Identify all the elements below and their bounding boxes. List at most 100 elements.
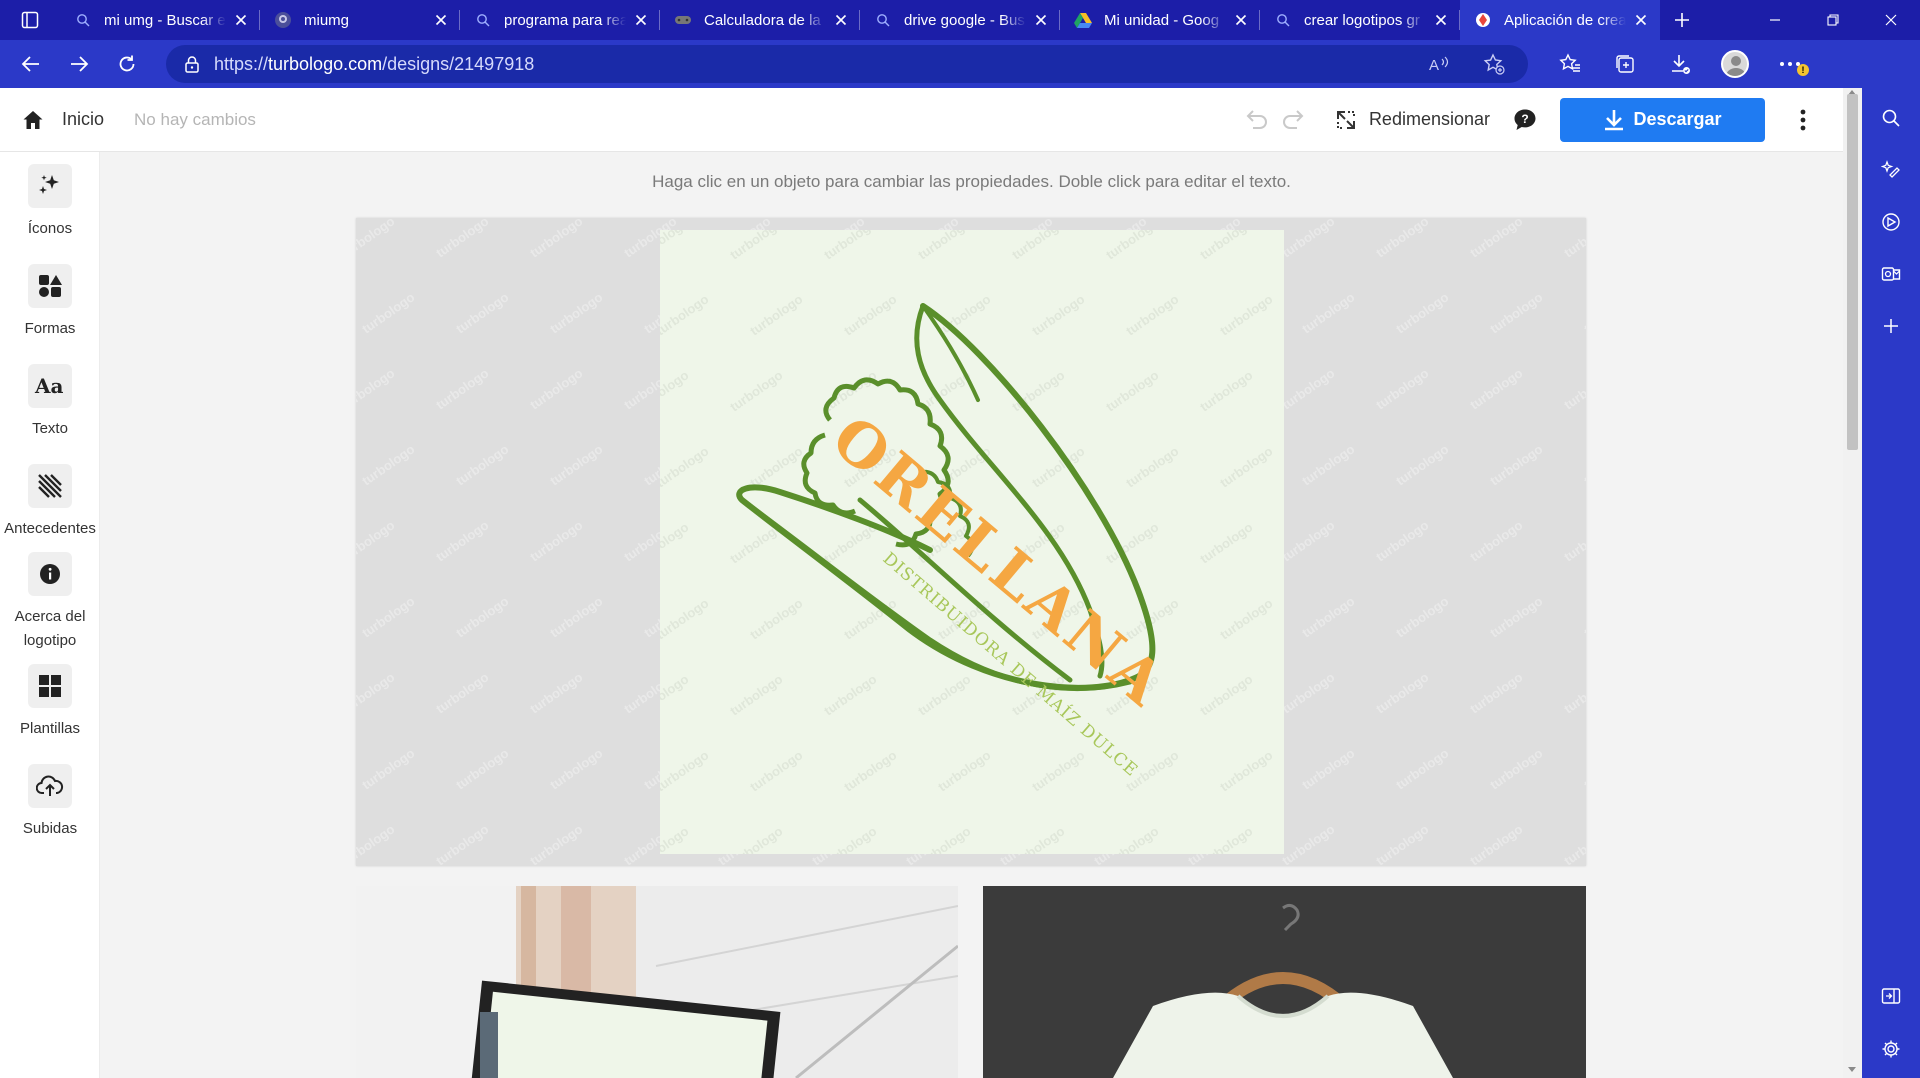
tool-backgrounds[interactable]: Antecedentes: [0, 464, 100, 541]
url-text[interactable]: https://turbologo.com/designs/21497918: [214, 54, 1420, 75]
watermark-text: turbologo: [1487, 745, 1545, 792]
sparkles-icon: [28, 164, 72, 208]
watermark-text: turbologo: [1373, 517, 1431, 564]
tab-title: miumg: [304, 11, 350, 29]
close-tab-button[interactable]: [632, 11, 650, 29]
watermark-text: turbologo: [433, 517, 491, 564]
mockup-preview-sign[interactable]: [356, 886, 958, 1078]
sidebar-panel-icon: [1881, 988, 1901, 1004]
reload-button[interactable]: [104, 44, 150, 84]
plus-icon: [1884, 319, 1898, 333]
watermark-text: turbologo: [359, 593, 417, 640]
undo-button[interactable]: [1237, 103, 1275, 137]
edge-add-button[interactable]: [1862, 300, 1920, 352]
edge-copilot-button[interactable]: [1862, 144, 1920, 196]
edge-shopping-button[interactable]: [1862, 196, 1920, 248]
address-bar[interactable]: https://turbologo.com/designs/21497918 A: [166, 45, 1528, 83]
close-window-button[interactable]: [1862, 0, 1920, 40]
help-button[interactable]: ?: [1510, 105, 1540, 135]
tool-shapes[interactable]: Formas: [0, 264, 100, 341]
tab-title: Aplicación de crea: [1504, 11, 1626, 29]
watermark-text: turbologo: [1279, 517, 1337, 564]
redo-button[interactable]: [1275, 103, 1313, 137]
watermark-text: turbologo: [1581, 593, 1586, 640]
star-add-icon: [1483, 53, 1505, 75]
watermark-text: turbologo: [433, 365, 491, 412]
logo-canvas[interactable]: turbologo turbologo turbologo turbologo turb…: [660, 230, 1284, 854]
browser-tab[interactable]: programa para rea: [460, 0, 660, 40]
tab-title: drive google - Bus: [904, 11, 1025, 29]
update-badge-icon: !: [1797, 64, 1809, 76]
resize-button[interactable]: Redimensionar: [1333, 107, 1490, 133]
tab-actions-button[interactable]: [0, 0, 60, 40]
tool-text[interactable]: Aa Texto: [0, 364, 100, 441]
close-tab-button[interactable]: [1632, 11, 1650, 29]
tool-about-logo[interactable]: Acerca del logotipo: [0, 552, 100, 653]
page-scrollbar[interactable]: [1843, 88, 1862, 1078]
avatar: [1720, 50, 1749, 78]
watermark-text: turbologo: [1561, 218, 1586, 260]
close-tab-button[interactable]: [1232, 11, 1250, 29]
forward-button[interactable]: [56, 44, 102, 84]
scroll-down-icon[interactable]: [1848, 1067, 1856, 1072]
home-icon[interactable]: [20, 107, 46, 133]
browser-tab[interactable]: Mi unidad - Goog: [1060, 0, 1260, 40]
more-vertical-icon: [1800, 109, 1806, 130]
close-tab-button[interactable]: [232, 11, 250, 29]
scrollbar-thumb[interactable]: [1847, 94, 1858, 450]
browser-tab[interactable]: crear logotipos gr: [1260, 0, 1460, 40]
watermark-text: turbologo: [356, 821, 397, 866]
close-tab-button[interactable]: [1032, 11, 1050, 29]
tab-title: mi umg - Buscar en: [104, 11, 226, 29]
download-label: Descargar: [1633, 109, 1722, 129]
new-tab-button[interactable]: [1660, 0, 1704, 40]
lock-icon[interactable]: [184, 55, 200, 73]
shapes-icon: [28, 264, 72, 308]
watermark-text: turbologo: [1373, 821, 1431, 866]
browser-tab[interactable]: Aplicación de crea: [1460, 0, 1660, 40]
favorites-button[interactable]: [1542, 44, 1597, 84]
search-icon: [1882, 109, 1900, 127]
browser-tab[interactable]: Calculadora de la: [660, 0, 860, 40]
resize-icon: [1333, 107, 1359, 133]
edge-sidebar-settings-button[interactable]: [1862, 1023, 1920, 1075]
redo-icon: [1282, 109, 1304, 129]
watermark-text: turbologo: [1581, 441, 1586, 488]
mockup-preview-tshirt[interactable]: [983, 886, 1586, 1078]
watermark-text: turbologo: [359, 745, 417, 792]
turbologo-icon: [1474, 11, 1492, 29]
edge-hide-sidebar-button[interactable]: [1862, 970, 1920, 1022]
tool-label: Texto: [32, 420, 68, 437]
tab-title: programa para rea: [504, 11, 626, 29]
edge-search-button[interactable]: [1862, 92, 1920, 144]
add-favorite-button[interactable]: [1474, 45, 1514, 83]
browser-tab[interactable]: miumg: [260, 0, 460, 40]
restore-button[interactable]: [1804, 0, 1862, 40]
tool-templates[interactable]: Plantillas: [0, 664, 100, 741]
svg-text:?: ?: [1521, 112, 1528, 126]
download-button[interactable]: Descargar: [1560, 97, 1765, 142]
back-button[interactable]: [8, 44, 54, 84]
logo-artwork[interactable]: ORELLANA DISTRIBUIDORA DE MAÍZ DULCE: [660, 230, 1284, 854]
close-tab-button[interactable]: [1432, 11, 1450, 29]
close-tab-button[interactable]: [432, 11, 450, 29]
close-icon: [635, 14, 647, 26]
close-tab-button[interactable]: [832, 11, 850, 29]
downloads-button[interactable]: [1652, 44, 1707, 84]
read-aloud-button[interactable]: A: [1420, 45, 1460, 83]
browser-tab[interactable]: drive google - Bus: [860, 0, 1060, 40]
collections-button[interactable]: [1597, 44, 1652, 84]
profile-button[interactable]: [1707, 44, 1762, 84]
more-menu-button[interactable]: [1783, 100, 1823, 140]
tool-icons[interactable]: Íconos: [0, 164, 100, 241]
browser-tab[interactable]: mi umg - Buscar en: [60, 0, 260, 40]
watermark-text: turbologo: [1373, 365, 1431, 412]
minimize-button[interactable]: [1746, 0, 1804, 40]
edge-outlook-button[interactable]: [1862, 248, 1920, 300]
tool-uploads[interactable]: Subidas: [0, 764, 100, 841]
svg-text:Aa: Aa: [34, 374, 64, 398]
settings-more-button[interactable]: !: [1762, 44, 1817, 84]
watermark-text: turbologo: [356, 517, 397, 564]
close-icon: [1235, 14, 1247, 26]
home-link[interactable]: Inicio: [62, 109, 104, 130]
